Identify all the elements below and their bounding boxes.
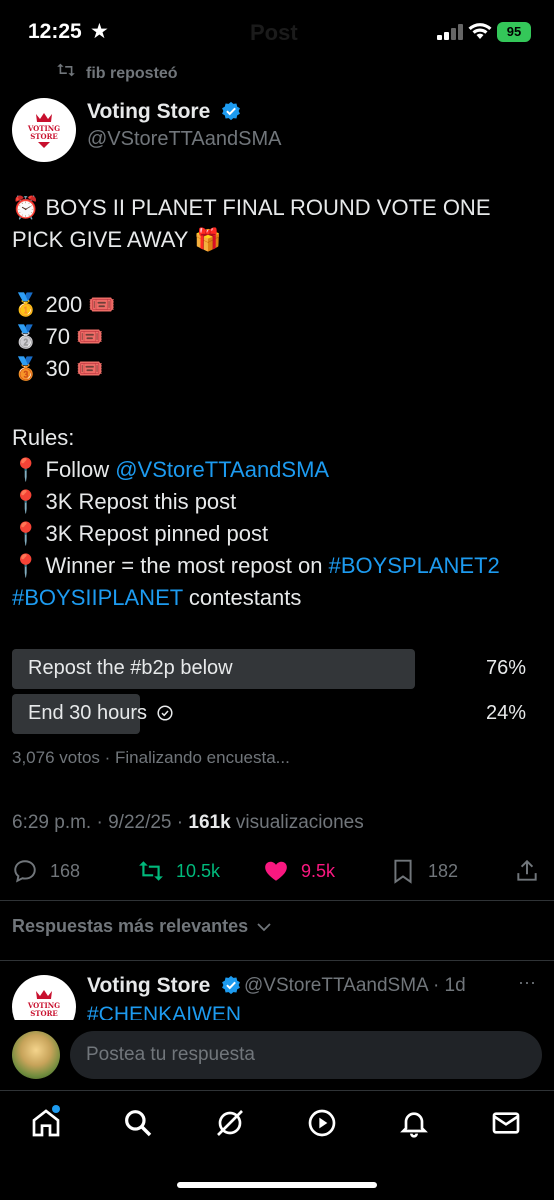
page-title: Post (250, 20, 298, 45)
headline-line-1: ⏰ BOYS II PLANET FINAL ROUND VOTE ONE (12, 195, 491, 220)
silver-medal-icon: 🥈 (12, 324, 40, 349)
home-indicator (177, 1182, 377, 1188)
nav-messages[interactable] (490, 1107, 522, 1139)
repost-button[interactable]: 10.5k (138, 856, 220, 886)
rule-winner-cont: #BOYSIIPLANET contestants (12, 582, 542, 614)
hashtag-link[interactable]: #BOYSIIPLANET (12, 585, 183, 610)
mention-link[interactable]: @VStoreTTAandSMA (115, 457, 329, 482)
rule-pinned: 📍 3K Repost pinned post (12, 521, 269, 546)
like-button[interactable]: 9.5k (263, 856, 335, 886)
svg-text:STORE: STORE (30, 1009, 58, 1018)
prize-row-2: 🥈 70 🎟️ (12, 321, 542, 353)
prize-row-1: 🥇 200 🎟️ (12, 289, 542, 321)
like-count: 9.5k (301, 860, 336, 881)
divider (0, 900, 554, 901)
chevron-down-icon (257, 923, 271, 932)
nav-home[interactable] (30, 1105, 62, 1139)
battery-indicator: 95 (497, 22, 531, 42)
view-count: 161k (188, 812, 231, 833)
post-timestamp: 6:29 p.m. · 9/22/25 · (12, 812, 189, 833)
wifi-icon (468, 23, 492, 39)
verified-badge-icon (222, 101, 241, 121)
reply-author-name: Voting Store (87, 974, 211, 997)
reply-author[interactable]: Voting Store (87, 974, 241, 998)
search-icon (125, 1110, 152, 1137)
repost-icon (139, 861, 163, 881)
prize-row-3: 🥉 30 🎟️ (12, 353, 542, 385)
poll-option-label: End 30 hours (28, 702, 147, 724)
divider (0, 960, 554, 961)
heart-icon (265, 861, 287, 881)
bookmark-button[interactable]: 182 (390, 856, 458, 886)
notification-dot (52, 1105, 60, 1113)
prize-amount: 30 (45, 356, 71, 381)
nav-search[interactable] (122, 1107, 154, 1139)
signal-icon (437, 24, 463, 40)
user-avatar[interactable] (12, 1031, 60, 1079)
rule-text: 📍 Follow (12, 457, 116, 482)
rules-title: Rules: (12, 425, 75, 450)
rule-text: contestants (182, 585, 302, 610)
status-bar: 12:25 ★ Post 95 (0, 0, 554, 64)
ticket-icon: 🎟️ (76, 324, 104, 349)
author-name-text: Voting Store (87, 100, 211, 123)
verified-badge-icon (222, 975, 241, 995)
reply-input[interactable]: Postea tu respuesta (70, 1031, 542, 1079)
author-handle[interactable]: @VStoreTTAandSMA (87, 128, 281, 151)
bookmark-count: 182 (428, 860, 459, 881)
rule-winner: 📍 Winner = the most repost on #BOYSPLANE… (12, 550, 542, 582)
poll-option-label-row: End 30 hours (28, 702, 173, 725)
poll-summary: 3,076 votos · Finalizando encuesta... (12, 748, 290, 767)
nav-grok[interactable] (214, 1107, 246, 1139)
ticket-icon: 🎟️ (76, 356, 104, 381)
bronze-medal-icon: 🥉 (12, 356, 40, 381)
ticket-icon: 🎟️ (88, 292, 116, 317)
prize-amount: 200 (45, 292, 83, 317)
star-icon: ★ (90, 20, 109, 43)
sort-replies-label: Respuestas más relevantes (12, 916, 249, 936)
hashtag-link[interactable]: #BOYSPLANET2 (329, 553, 500, 578)
gold-medal-icon: 🥇 (12, 292, 40, 317)
status-time: 12:25 (28, 20, 82, 43)
author-avatar[interactable]: VOTING STORE (12, 98, 76, 162)
share-button[interactable] (514, 856, 552, 886)
rule-repost: 📍 3K Repost this post (12, 489, 237, 514)
prize-list: 🥇 200 🎟️ 🥈 70 🎟️ 🥉 30 🎟️ (12, 289, 542, 385)
prize-amount: 70 (45, 324, 71, 349)
post-meta: 6:29 p.m. · 9/22/25 · 161k visualizacion… (12, 812, 364, 834)
share-icon (517, 859, 537, 881)
video-icon (308, 1109, 336, 1137)
voting-store-logo: VOTING STORE (27, 113, 60, 148)
reply-count: 168 (50, 860, 81, 881)
author-name[interactable]: Voting Store (87, 100, 241, 124)
poll-option-percent: 24% (485, 702, 526, 724)
repost-count: 10.5k (176, 860, 221, 881)
notifications-icon (400, 1112, 428, 1138)
views-label: visualizaciones (230, 812, 364, 833)
repost-banner-text: fib reposteó (86, 65, 178, 82)
rule-text: 📍 Winner = the most repost on (12, 553, 329, 578)
messages-icon (492, 1112, 520, 1134)
nav-notifications[interactable] (398, 1107, 430, 1139)
reply-button[interactable]: 168 (12, 856, 80, 886)
sort-replies-dropdown[interactable]: Respuestas más relevantes (12, 916, 271, 937)
headline-line-2: PICK GIVE AWAY 🎁 (12, 227, 222, 252)
more-options-icon[interactable]: ··· (518, 972, 536, 993)
poll-option-label: Repost the #b2p below (28, 657, 233, 679)
grok-icon (217, 1110, 243, 1136)
rule-follow: 📍 Follow @VStoreTTAandSMA (12, 454, 542, 486)
poll-option-percent: 76% (485, 657, 526, 679)
post-headline: ⏰ BOYS II PLANET FINAL ROUND VOTE ONE PI… (12, 192, 542, 256)
repost-icon (56, 62, 78, 83)
nav-video[interactable] (306, 1107, 338, 1139)
bookmark-icon (394, 859, 412, 884)
repost-banner[interactable]: fib reposteó (56, 62, 178, 83)
rules-block: Rules: 📍 Follow @VStoreTTAandSMA 📍 3K Re… (12, 422, 542, 614)
reply-handle-time: @VStoreTTAandSMA · 1d (244, 975, 466, 996)
svg-text:STORE: STORE (30, 132, 58, 141)
check-circle-icon (156, 705, 173, 721)
comment-icon (14, 860, 36, 883)
